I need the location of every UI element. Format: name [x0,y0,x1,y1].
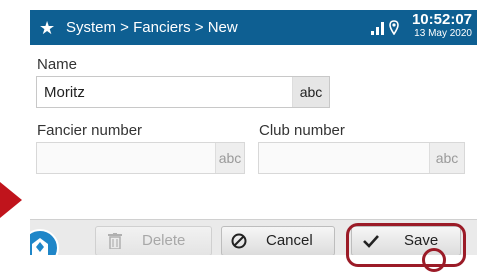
name-field[interactable]: Moritz abc [36,76,330,108]
fancier-number-label: Fancier number [37,122,143,139]
home-icon [32,238,48,255]
fancier-number-field[interactable]: abc [36,142,245,174]
device-screen: ★ System > Fanciers > New 10:52:07 13 Ma… [30,10,477,255]
save-button[interactable]: Save [351,226,461,255]
save-button-label: Save [404,232,439,249]
home-button[interactable] [30,229,59,255]
breadcrumb: System > Fanciers > New [66,19,238,36]
location-pin-icon [389,20,399,35]
clock-date: 13 May 2020 [414,28,472,39]
cancel-icon [231,227,247,255]
annotation-arrow [0,182,22,218]
star-icon[interactable]: ★ [39,19,55,37]
signal-bars-icon [371,22,384,35]
club-number-label: Club number [259,122,345,139]
trash-icon [108,227,122,255]
delete-button-label: Delete [142,232,186,249]
keyboard-toggle-button[interactable]: abc [215,143,244,173]
checkmark-icon [363,227,379,255]
bottom-toolbar: Delete Cancel Save [30,219,477,255]
name-label: Name [37,56,78,73]
clock-time: 10:52:07 [411,11,472,28]
cancel-button-label: Cancel [266,232,313,249]
keyboard-toggle-button[interactable]: abc [429,143,464,173]
keyboard-toggle-button[interactable]: abc [292,77,329,107]
cancel-button[interactable]: Cancel [221,226,335,255]
name-value: Moritz [44,84,85,101]
club-number-field[interactable]: abc [258,142,465,174]
status-clock: 10:52:07 13 May 2020 [406,12,472,40]
delete-button[interactable]: Delete [95,226,212,255]
title-bar: ★ System > Fanciers > New 10:52:07 13 Ma… [30,10,477,45]
